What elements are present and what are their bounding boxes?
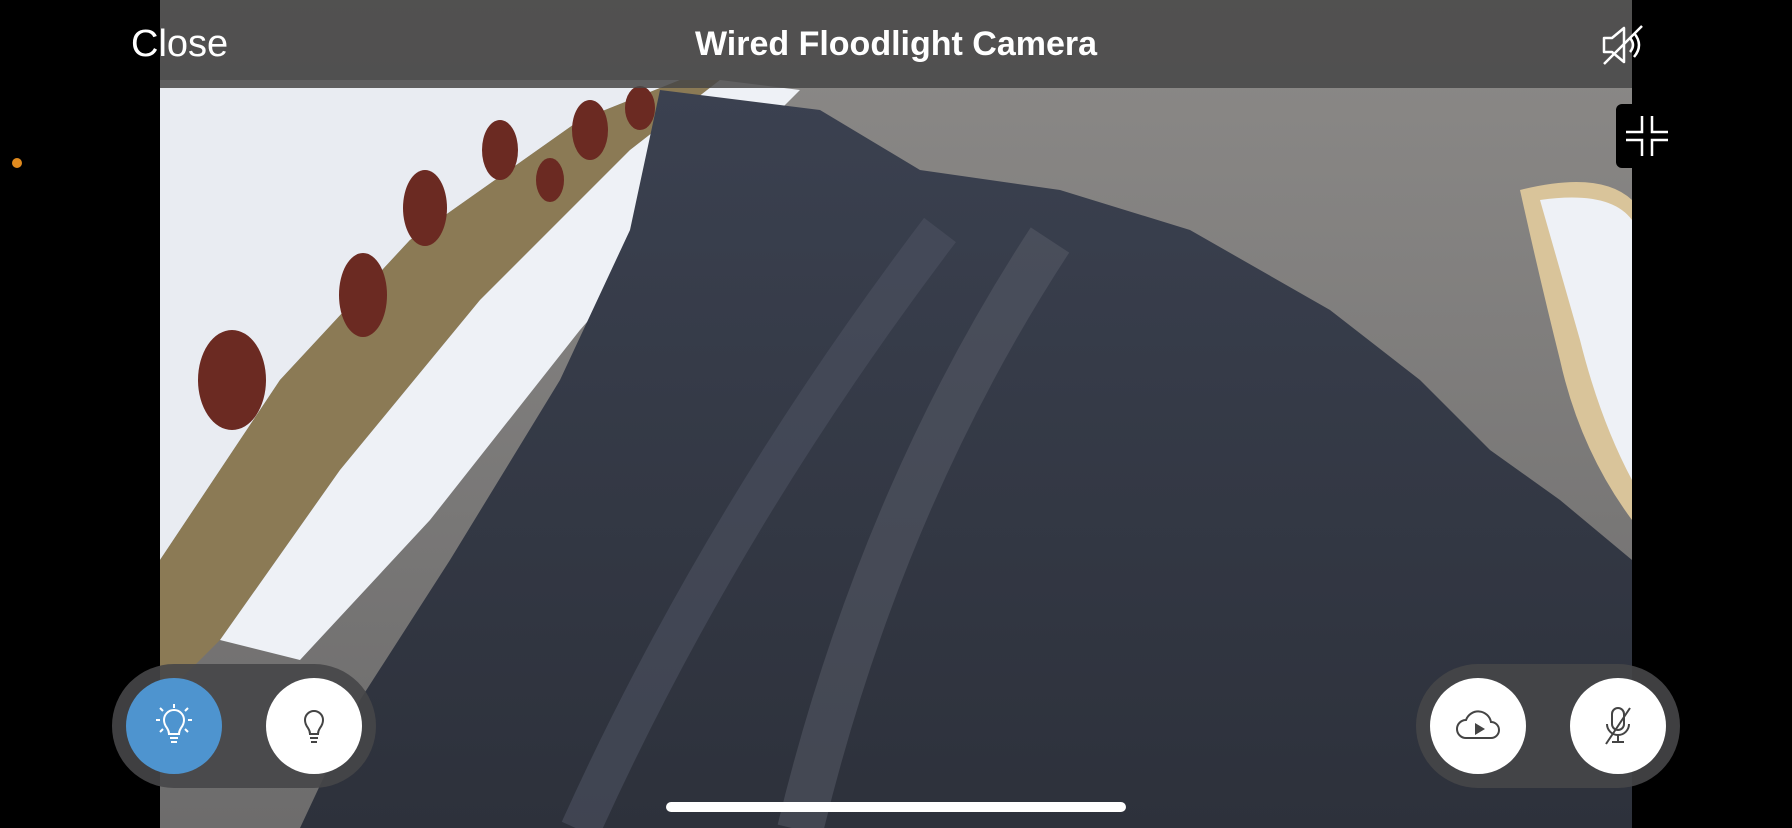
- exit-fullscreen-icon: [1626, 116, 1668, 156]
- speaker-muted-icon: [1602, 25, 1643, 65]
- cloud-play-button[interactable]: [1430, 678, 1526, 774]
- light-bulb-button[interactable]: [266, 678, 362, 774]
- media-controls: [1416, 664, 1680, 788]
- floodlight-on-button[interactable]: [126, 678, 222, 774]
- header-bar: Close Wired Floodlight Camera: [0, 0, 1792, 88]
- camera-live-view[interactable]: [160, 0, 1632, 828]
- floodlight-on-icon: [156, 704, 192, 743]
- close-button[interactable]: Close: [131, 20, 228, 68]
- status-dot: [12, 158, 22, 168]
- camera-feed-image: [160, 0, 1632, 828]
- page-title: Wired Floodlight Camera: [694, 25, 1098, 63]
- microphone-mute-button[interactable]: [1570, 678, 1666, 774]
- microphone-muted-icon: [1605, 707, 1631, 745]
- exit-fullscreen-button[interactable]: [1616, 104, 1678, 168]
- cloud-play-icon: [1456, 710, 1500, 739]
- light-bulb-icon: [303, 710, 325, 743]
- home-indicator[interactable]: [666, 802, 1126, 812]
- mute-toggle-button[interactable]: [1598, 20, 1648, 70]
- light-controls: [112, 664, 376, 788]
